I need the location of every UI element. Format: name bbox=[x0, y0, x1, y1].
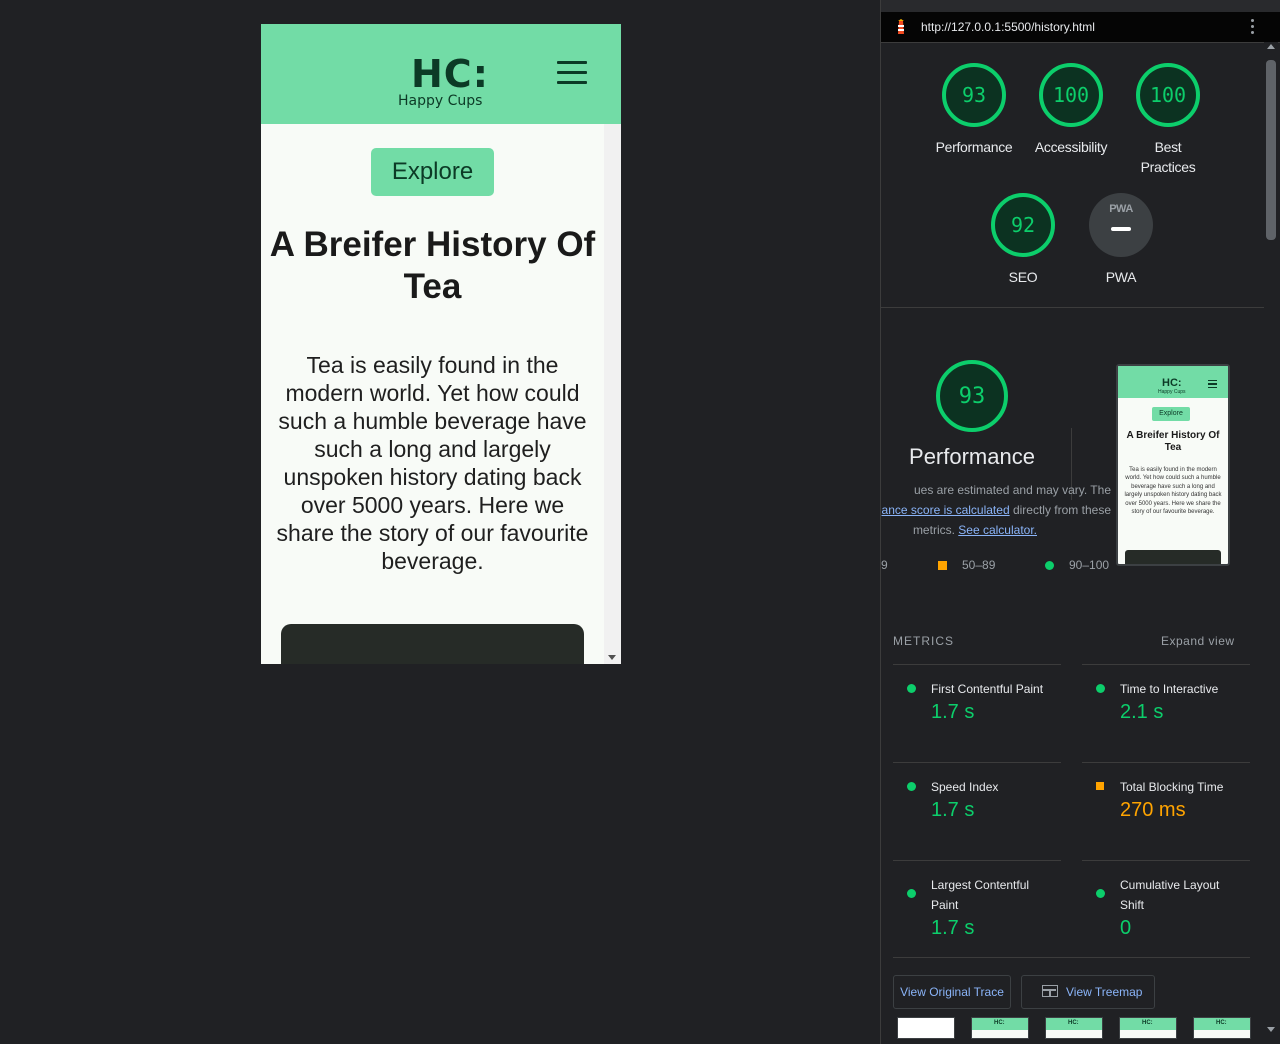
metric-name: Time to Interactive bbox=[1120, 682, 1219, 696]
site-tagline: Happy Cups bbox=[398, 93, 483, 109]
metric-name: Speed Index bbox=[931, 780, 999, 794]
pass-circle-icon bbox=[1096, 684, 1105, 693]
pwa-badge: PWA bbox=[1089, 193, 1153, 257]
metric-value: 1.7 s bbox=[931, 799, 975, 821]
pass-circle-icon bbox=[1045, 561, 1054, 570]
performance-description: ues are estimated and may vary. The ance… bbox=[881, 483, 1111, 537]
divider bbox=[881, 307, 1264, 308]
metric-value: 1.7 s bbox=[931, 701, 975, 723]
metric-total-blocking-time: Total Blocking Time 270 ms bbox=[1082, 762, 1250, 861]
scroll-down-arrow-icon[interactable] bbox=[608, 655, 616, 660]
view-original-trace-button[interactable]: View Original Trace bbox=[893, 975, 1011, 1009]
pass-circle-icon bbox=[907, 782, 916, 791]
metric-cumulative-layout-shift: Cumulative Layout Shift 0 bbox=[1082, 860, 1250, 959]
divider bbox=[893, 957, 1250, 958]
pwa-logo-icon: PWA bbox=[1109, 203, 1133, 215]
site-logo[interactable]: HC: bbox=[411, 52, 489, 96]
gauge-accessibility[interactable]: 100 Accessibility bbox=[1021, 62, 1121, 155]
metric-name: Total Blocking Time bbox=[1120, 780, 1224, 794]
gauge-score: 100 bbox=[1149, 83, 1187, 107]
devtools-toolbar bbox=[881, 0, 1280, 12]
average-square-icon bbox=[1096, 782, 1104, 790]
gauge-pwa[interactable]: PWA PWA bbox=[1071, 193, 1171, 293]
gauge-score: 93 bbox=[958, 384, 986, 409]
metric-value: 270 ms bbox=[1120, 799, 1186, 821]
view-treemap-button[interactable]: View Treemap bbox=[1021, 975, 1155, 1009]
filmstrip-frame: HC: bbox=[1193, 1017, 1251, 1039]
pwa-dash-icon bbox=[1111, 227, 1131, 231]
lighthouse-icon bbox=[898, 19, 904, 34]
view-treemap-label: View Treemap bbox=[1066, 985, 1143, 999]
metric-value: 0 bbox=[1120, 917, 1132, 939]
content-card bbox=[281, 624, 584, 664]
scroll-down-arrow-icon[interactable] bbox=[1267, 1027, 1275, 1032]
average-square-icon bbox=[938, 561, 947, 570]
hamburger-menu-icon bbox=[1208, 380, 1217, 388]
scrollbar-thumb[interactable] bbox=[1266, 60, 1276, 240]
calculator-link[interactable]: See calculator. bbox=[958, 523, 1037, 537]
gauge-performance[interactable]: 93 Performance bbox=[924, 62, 1024, 155]
pass-circle-icon bbox=[1096, 889, 1105, 898]
metric-value: 2.1 s bbox=[1120, 701, 1164, 723]
explore-button[interactable]: Explore bbox=[371, 148, 494, 196]
metrics-header: METRICS bbox=[893, 634, 954, 648]
gauge-score: 93 bbox=[961, 83, 987, 107]
pass-circle-icon bbox=[907, 684, 916, 693]
lighthouse-panel: http://127.0.0.1:5500/history.html 93 Pe… bbox=[880, 0, 1280, 1044]
filmstrip-frame: HC: bbox=[971, 1017, 1029, 1039]
metric-name: Largest Contentful Paint bbox=[931, 878, 1030, 912]
filmstrip-frame bbox=[897, 1017, 955, 1039]
hamburger-menu-icon[interactable] bbox=[557, 61, 587, 85]
metric-time-to-interactive: Time to Interactive 2.1 s bbox=[1082, 664, 1250, 763]
page-title: A Breifer History Of Tea bbox=[269, 225, 596, 306]
metric-speed-index: Speed Index 1.7 s bbox=[893, 762, 1061, 861]
page-scrollbar[interactable] bbox=[604, 124, 621, 664]
more-options-icon[interactable] bbox=[1251, 19, 1255, 37]
final-screenshot-thumbnail[interactable]: HC: Happy Cups Explore A Breifer History… bbox=[1116, 364, 1230, 566]
intro-paragraph: Tea is easily found in the modern world.… bbox=[276, 352, 589, 574]
gauge-seo[interactable]: 92 SEO bbox=[973, 192, 1073, 285]
gauge-best-practices[interactable]: 100 Best Practices bbox=[1118, 62, 1218, 175]
filmstrip-frame: HC: bbox=[1045, 1017, 1103, 1039]
performance-title: Performance bbox=[909, 444, 1035, 469]
report-url[interactable]: http://127.0.0.1:5500/history.html bbox=[921, 20, 1095, 34]
metric-name: First Contentful Paint bbox=[931, 682, 1044, 696]
emulated-device-viewport: HC: Happy Cups Explore A Breifer History… bbox=[261, 24, 621, 664]
panel-scrollbar[interactable] bbox=[1264, 42, 1278, 1032]
performance-gauge-large: 93 bbox=[922, 358, 1022, 434]
site-header: HC: Happy Cups bbox=[261, 24, 621, 124]
gauge-label: PWA bbox=[1105, 269, 1137, 285]
metric-name: Cumulative Layout Shift bbox=[1120, 878, 1220, 912]
report-url-bar: http://127.0.0.1:5500/history.html bbox=[881, 12, 1280, 43]
pass-circle-icon bbox=[907, 889, 916, 898]
gauge-score: 92 bbox=[1010, 213, 1036, 237]
metric-value: 1.7 s bbox=[931, 917, 975, 939]
gauge-label: Best Practices bbox=[1140, 139, 1196, 175]
filmstrip-frame: HC: bbox=[1119, 1017, 1177, 1039]
treemap-icon bbox=[1042, 985, 1058, 997]
gauge-label: Accessibility bbox=[1034, 139, 1108, 155]
gauge-score: 100 bbox=[1052, 83, 1090, 107]
score-calculation-link[interactable]: ance score is calculated bbox=[882, 503, 1010, 517]
metric-largest-contentful-paint: Largest Contentful Paint 1.7 s bbox=[893, 860, 1061, 959]
metric-first-contentful-paint: First Contentful Paint 1.7 s bbox=[893, 664, 1061, 763]
expand-view-toggle[interactable]: Expand view bbox=[1161, 634, 1235, 648]
scroll-up-arrow-icon[interactable] bbox=[1267, 44, 1275, 49]
